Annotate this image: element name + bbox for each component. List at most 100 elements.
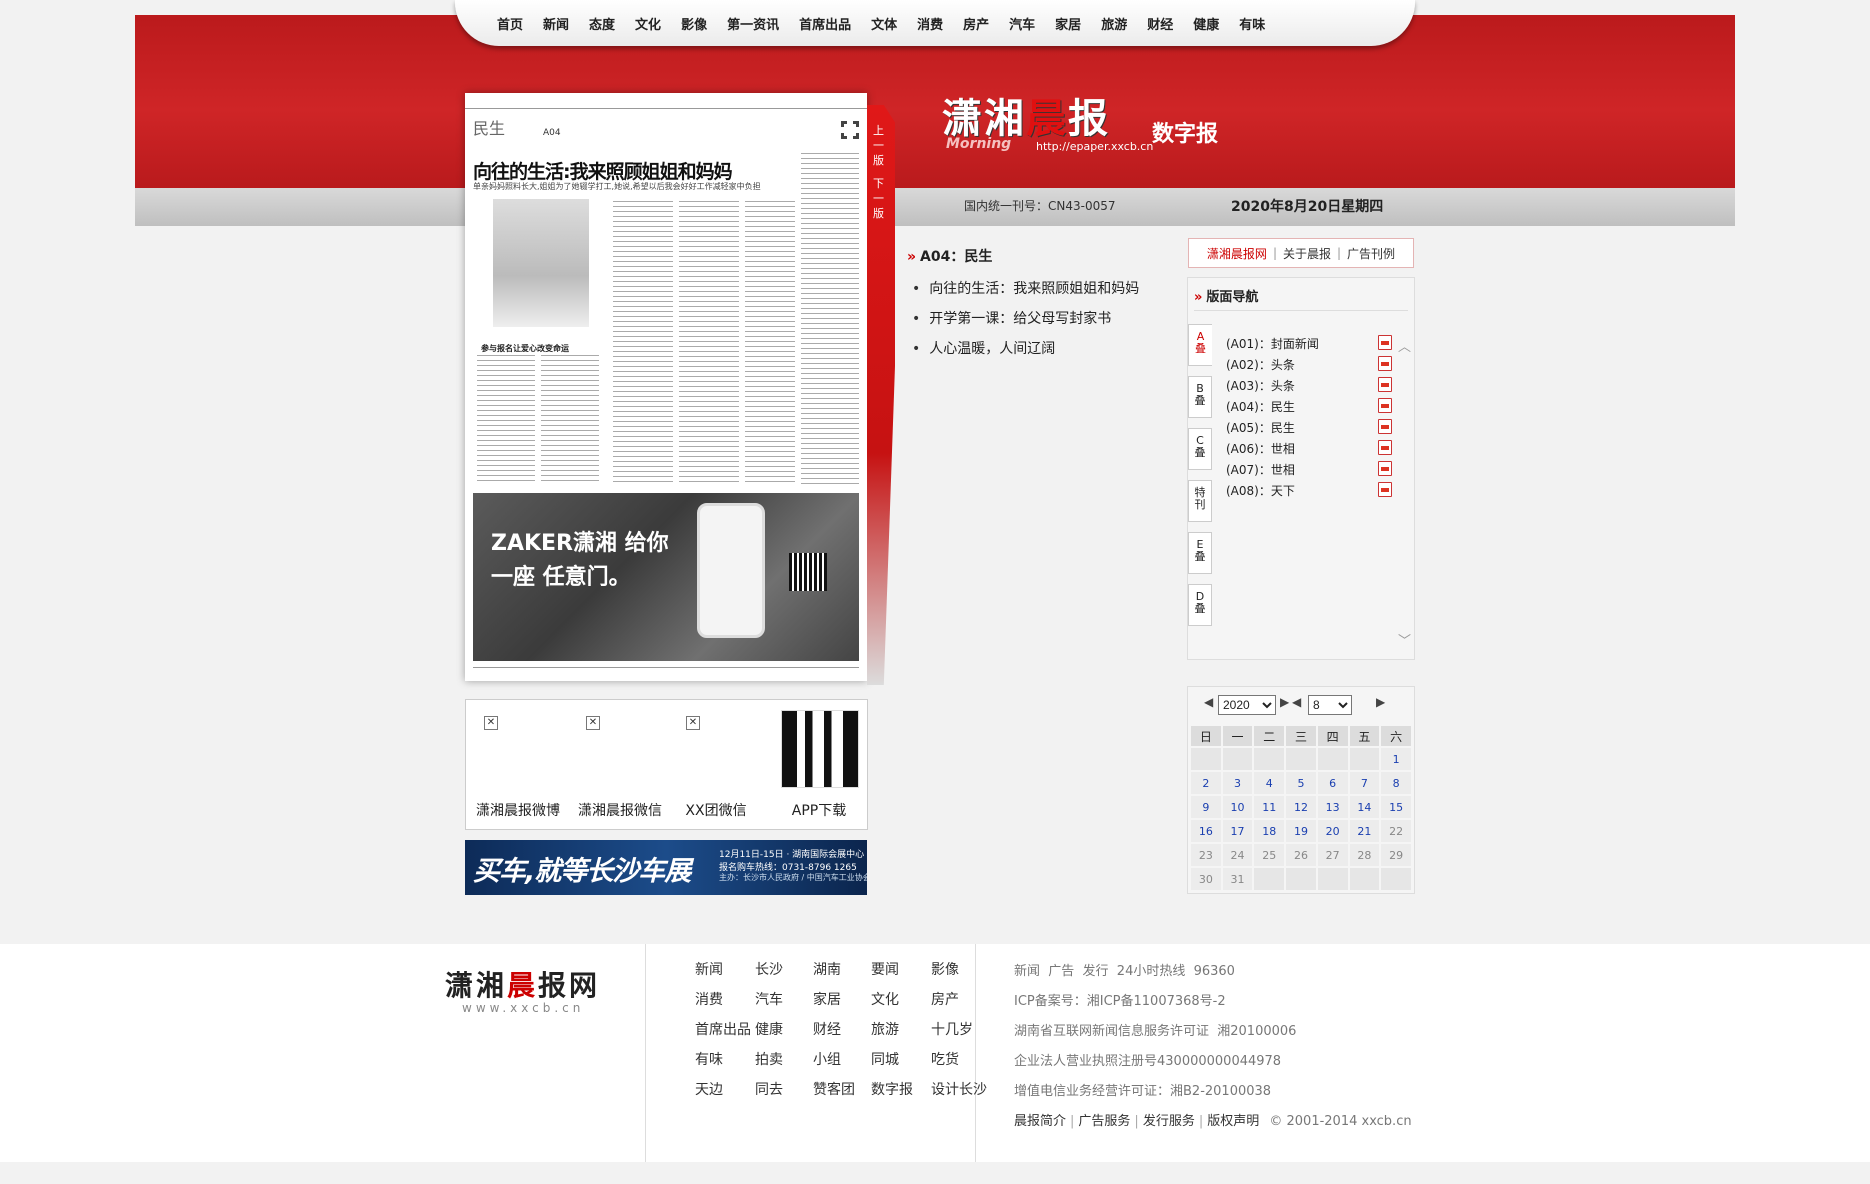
page-list-item[interactable]: (A03)：头条 [1226,377,1295,394]
calendar-day[interactable]: 15 [1381,796,1411,818]
footer-link-intro[interactable]: 晨报简介 [1014,1114,1066,1129]
calendar-day[interactable]: 21 [1349,820,1380,842]
page-list-item[interactable]: (A04)：民生 [1226,398,1295,415]
footer-link[interactable]: 拍卖 [755,1049,783,1069]
calendar-day[interactable]: 12 [1286,796,1316,818]
footer-link[interactable]: 房产 [931,989,959,1009]
nav-item[interactable]: 首席出品 [799,14,851,33]
share-xx-wechat[interactable]: ✕ XX团微信 [666,700,766,831]
share-weibo[interactable]: ✕ 潇湘晨报微博 [468,700,568,831]
pdf-icon[interactable] [1378,440,1392,455]
nav-item[interactable]: 房产 [963,14,989,33]
footer-logo[interactable]: 潇湘晨报网 [445,964,600,1004]
calendar-day[interactable]: 11 [1254,796,1285,818]
share-app-download[interactable]: APP下载 [769,700,869,831]
year-select[interactable]: 2020 [1218,695,1276,715]
calendar-day[interactable]: 5 [1286,772,1316,794]
footer-link[interactable]: 赞客团 [813,1079,855,1099]
footer-link-distribution[interactable]: 发行服务 [1143,1114,1195,1129]
prev-month-icon[interactable]: ◀ [1292,695,1301,709]
nav-item[interactable]: 文体 [871,14,897,33]
scroll-down-icon[interactable]: ﹀ [1398,630,1411,649]
nav-item[interactable]: 家居 [1055,14,1081,33]
pdf-icon[interactable] [1378,398,1392,413]
article-link[interactable]: 开学第一课：给父母写封家书 [912,308,1111,328]
footer-link[interactable]: 新闻 [695,959,723,979]
nav-item[interactable]: 汽车 [1009,14,1035,33]
nav-item[interactable]: 消费 [917,14,943,33]
link-about[interactable]: 关于晨报 [1283,245,1331,262]
footer-link[interactable]: 家居 [813,989,841,1009]
footer-link[interactable]: 天边 [695,1079,723,1099]
footer-link[interactable]: 十几岁 [931,1019,973,1039]
edition-tab[interactable]: 特刊 [1188,480,1212,522]
nav-item[interactable]: 旅游 [1101,14,1127,33]
calendar-day[interactable]: 13 [1317,796,1348,818]
pdf-icon[interactable] [1378,377,1392,392]
footer-link[interactable]: 同去 [755,1079,783,1099]
calendar-day[interactable]: 3 [1222,772,1253,794]
footer-link[interactable]: 消费 [695,989,723,1009]
nav-item[interactable]: 第一资讯 [727,14,779,33]
pdf-icon[interactable] [1378,335,1392,350]
pdf-icon[interactable] [1378,419,1392,434]
nav-item[interactable]: 健康 [1193,14,1219,33]
calendar-day[interactable]: 6 [1317,772,1348,794]
footer-link[interactable]: 健康 [755,1019,783,1039]
calendar-day[interactable]: 10 [1222,796,1253,818]
nav-item[interactable]: 影像 [681,14,707,33]
prev-year-icon[interactable]: ◀ [1204,695,1213,709]
calendar-day[interactable]: 17 [1222,820,1253,842]
nav-item[interactable]: 文化 [635,14,661,33]
nav-item[interactable]: 态度 [589,14,615,33]
page-list-item[interactable]: (A01)：封面新闻 [1226,335,1319,352]
footer-link[interactable]: 财经 [813,1019,841,1039]
footer-link[interactable]: 旅游 [871,1019,899,1039]
page-list-item[interactable]: (A05)：民生 [1226,419,1295,436]
car-show-banner[interactable]: 买车,就等长沙车展 12月11日-15日 · 湖南国际会展中心 报名购车热线：07… [465,840,867,895]
next-year-icon[interactable]: ▶ [1280,695,1289,709]
footer-link[interactable]: 湖南 [813,959,841,979]
link-xxcb-site[interactable]: 潇湘晨报网 [1207,245,1267,262]
next-page-link[interactable]: 下一版 [873,176,889,221]
footer-link[interactable]: 小组 [813,1049,841,1069]
calendar-day[interactable]: 9 [1191,796,1221,818]
page-list-item[interactable]: (A06)：世相 [1226,440,1295,457]
site-logo[interactable]: 潇湘晨报 Morning http://epaper.xxcb.cn 数字报 [942,86,1242,160]
footer-link[interactable]: 汽车 [755,989,783,1009]
footer-link[interactable]: 吃货 [931,1049,959,1069]
next-month-icon[interactable]: ▶ [1376,695,1385,709]
nav-item[interactable]: 财经 [1147,14,1173,33]
scroll-up-icon[interactable]: ︿ [1398,336,1411,355]
footer-link[interactable]: 设计长沙 [931,1079,987,1099]
calendar-day[interactable]: 8 [1381,772,1411,794]
edition-tab[interactable]: E叠 [1188,532,1212,574]
edition-tab[interactable]: A叠 [1188,324,1212,366]
edition-tab[interactable]: D叠 [1188,584,1212,626]
prev-page-link[interactable]: 上一版 [873,123,889,168]
footer-link[interactable]: 有味 [695,1049,723,1069]
pdf-icon[interactable] [1378,461,1392,476]
edition-tab[interactable]: C叠 [1188,428,1212,470]
calendar-day[interactable]: 14 [1349,796,1380,818]
footer-link[interactable]: 数字报 [871,1079,913,1099]
calendar-day[interactable]: 4 [1254,772,1285,794]
calendar-day[interactable]: 18 [1254,820,1285,842]
article-link[interactable]: 人心温暖，人间辽阔 [912,338,1055,358]
footer-link[interactable]: 影像 [931,959,959,979]
month-select[interactable]: 8 [1308,695,1352,715]
nav-item[interactable]: 有味 [1239,14,1265,33]
nav-item[interactable]: 新闻 [543,14,569,33]
page-list-item[interactable]: (A07)：世相 [1226,461,1295,478]
share-wechat[interactable]: ✕ 潇湘晨报微信 [570,700,670,831]
nav-item[interactable]: 首页 [497,14,523,33]
footer-link[interactable]: 同城 [871,1049,899,1069]
footer-link[interactable]: 长沙 [755,959,783,979]
calendar-day[interactable]: 20 [1317,820,1348,842]
calendar-day[interactable]: 1 [1381,748,1411,770]
article-link[interactable]: 向往的生活：我来照顾姐姐和妈妈 [912,278,1139,298]
pdf-icon[interactable] [1378,356,1392,371]
page-list-item[interactable]: (A08)：天下 [1226,482,1295,499]
calendar-day[interactable]: 2 [1191,772,1221,794]
footer-link[interactable]: 文化 [871,989,899,1009]
